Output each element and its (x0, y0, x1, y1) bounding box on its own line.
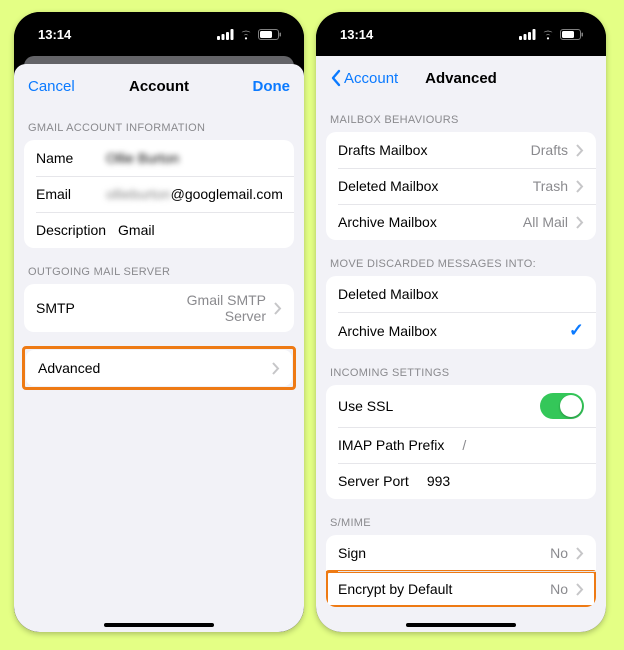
value-name: Ollie Burton (106, 150, 282, 166)
section-header-outgoing: OUTGOING MAIL SERVER (14, 248, 304, 284)
label-smtp: SMTP (36, 300, 106, 316)
section-header-incoming: INCOMING SETTINGS (316, 349, 606, 385)
value-description: Gmail (118, 222, 282, 238)
value-smtp: Gmail SMTP Server (186, 292, 266, 324)
outgoing-list: SMTP Gmail SMTP Server (24, 284, 294, 332)
label-imap: IMAP Path Prefix (338, 437, 456, 453)
row-server-port[interactable]: Server Port 993 (326, 463, 596, 499)
status-icons (519, 29, 584, 40)
label-archive: Archive Mailbox (338, 214, 449, 230)
label-email: Email (36, 186, 106, 202)
value-imap: / (456, 437, 584, 453)
done-button[interactable]: Done (239, 78, 305, 95)
section-header-mailbox: MAILBOX BEHAVIOURS (316, 100, 606, 132)
advanced-screen: Account Advanced MAILBOX BEHAVIOURS Draf… (316, 56, 606, 632)
chevron-right-icon (576, 216, 584, 229)
label-discarded-archive: Archive Mailbox (338, 323, 449, 339)
label-name: Name (36, 150, 106, 166)
label-discarded-deleted: Deleted Mailbox (338, 286, 450, 302)
value-sign: No (488, 545, 568, 561)
ssl-toggle[interactable] (540, 393, 584, 419)
row-archive-mailbox[interactable]: Archive Mailbox All Mail (326, 204, 596, 240)
status-time: 13:14 (38, 27, 71, 42)
battery-icon (258, 29, 282, 40)
chevron-right-icon (576, 144, 584, 157)
battery-icon (560, 29, 584, 40)
row-name[interactable]: Name Ollie Burton (24, 140, 294, 176)
home-indicator[interactable] (406, 623, 516, 627)
wifi-icon (540, 29, 556, 40)
value-archive: All Mail (508, 214, 568, 230)
checkmark-icon: ✓ (569, 320, 584, 341)
value-port: 993 (421, 473, 584, 489)
smime-list: Sign No Encrypt by Default No (326, 535, 596, 607)
account-info-list: Name Ollie Burton Email ollieburton@goog… (24, 140, 294, 248)
nav-bar: Cancel Account Done (14, 64, 304, 108)
row-smtp[interactable]: SMTP Gmail SMTP Server (24, 284, 294, 332)
label-encrypt: Encrypt by Default (338, 581, 464, 597)
value-email: ollieburton@googlemail.com (106, 186, 283, 202)
chevron-right-icon (272, 362, 280, 375)
chevron-right-icon (576, 583, 584, 596)
label-drafts: Drafts Mailbox (338, 142, 439, 158)
home-indicator[interactable] (104, 623, 214, 627)
incoming-list: Use SSL IMAP Path Prefix / Server Port 9… (326, 385, 596, 499)
label-advanced: Advanced (38, 360, 112, 376)
status-time: 13:14 (340, 27, 373, 42)
row-description[interactable]: Description Gmail (24, 212, 294, 248)
row-email[interactable]: Email ollieburton@googlemail.com (24, 176, 294, 212)
section-header-smime: S/MIME (316, 499, 606, 535)
label-sign: Sign (338, 545, 408, 561)
section-header-account-info: GMAIL ACCOUNT INFORMATION (14, 108, 304, 140)
row-encrypt-default[interactable]: Encrypt by Default No (326, 571, 596, 607)
value-drafts: Drafts (504, 142, 568, 158)
nav-bar: Account Advanced (316, 56, 606, 100)
chevron-left-icon (330, 69, 342, 87)
chevron-right-icon (274, 302, 282, 315)
row-use-ssl[interactable]: Use SSL (326, 385, 596, 427)
value-encrypt: No (516, 581, 568, 597)
label-port: Server Port (338, 473, 421, 489)
advanced-list: Advanced (26, 350, 292, 386)
mailbox-list: Drafts Mailbox Drafts Deleted Mailbox Tr… (326, 132, 596, 240)
value-deleted: Trash (509, 178, 568, 194)
label-deleted: Deleted Mailbox (338, 178, 450, 194)
row-imap-prefix[interactable]: IMAP Path Prefix / (326, 427, 596, 463)
status-icons (217, 29, 282, 40)
row-advanced[interactable]: Advanced (26, 350, 292, 386)
status-bar: 13:14 (316, 12, 606, 56)
cancel-button[interactable]: Cancel (14, 78, 89, 95)
highlight-advanced: Advanced (22, 346, 296, 390)
row-discarded-deleted[interactable]: Deleted Mailbox (326, 276, 596, 312)
wifi-icon (238, 29, 254, 40)
label-description: Description (36, 222, 118, 238)
row-discarded-archive[interactable]: Archive Mailbox ✓ (326, 312, 596, 349)
signal-icon (519, 29, 536, 40)
chevron-right-icon (576, 547, 584, 560)
discarded-list: Deleted Mailbox Archive Mailbox ✓ (326, 276, 596, 349)
section-header-discarded: MOVE DISCARDED MESSAGES INTO: (316, 240, 606, 276)
status-bar: 13:14 (14, 12, 304, 56)
row-deleted-mailbox[interactable]: Deleted Mailbox Trash (326, 168, 596, 204)
row-sign[interactable]: Sign No (326, 535, 596, 571)
chevron-right-icon (576, 180, 584, 193)
account-sheet: Cancel Account Done GMAIL ACCOUNT INFORM… (14, 64, 304, 632)
signal-icon (217, 29, 234, 40)
phone-right: 13:14 Account Advanced MAILBOX BEHAVIOUR… (316, 12, 606, 632)
back-button[interactable]: Account (316, 69, 412, 87)
label-ssl: Use SSL (338, 398, 408, 414)
phone-left: 13:14 Cancel Account Done GMAIL ACCOUNT … (14, 12, 304, 632)
row-drafts-mailbox[interactable]: Drafts Mailbox Drafts (326, 132, 596, 168)
